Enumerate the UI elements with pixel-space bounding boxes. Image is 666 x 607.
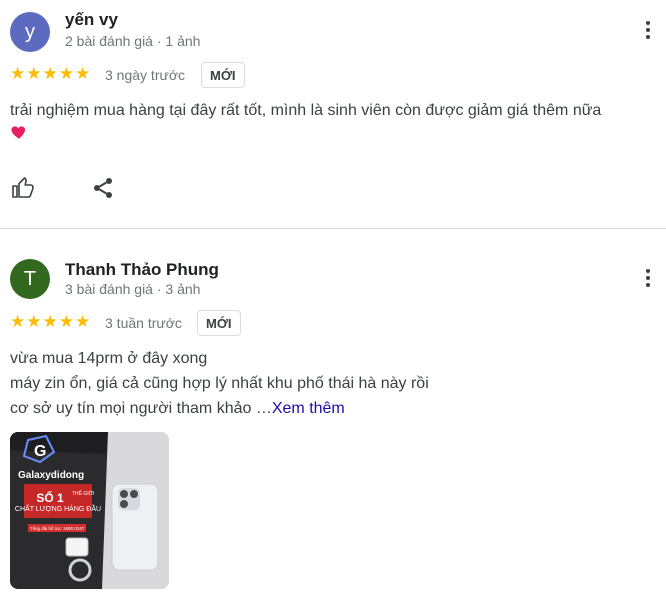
star-icon: ★ (42, 312, 58, 332)
star-icon: ★ (58, 312, 74, 332)
review-text-line: trải nghiệm mua hàng tại đây rất tốt, mì… (10, 102, 602, 119)
reviewer-name[interactable]: Thanh Thảo Phung (65, 260, 219, 280)
new-badge: MỚI (201, 62, 245, 88)
reviewer-name[interactable]: yến vy (65, 10, 118, 30)
reviewer-meta: 3 bài đánh giá · 3 ảnh (65, 281, 201, 297)
star-icon: ★ (58, 64, 74, 84)
more-vert-icon (646, 269, 650, 273)
more-vert-icon-dot (646, 276, 650, 280)
star-icon: ★ (75, 64, 91, 84)
review-card: y yến vy 2 bài đánh giá · 1 ảnh ★ ★ ★ ★ … (0, 0, 666, 228)
review-text: vừa mua 14prm ở đây xong máy zin ổn, giá… (10, 346, 660, 421)
star-rating: ★ ★ ★ ★ ★ (10, 66, 90, 83)
share-button[interactable] (90, 175, 116, 201)
review-text-line: cơ sở uy tín mọi người tham khảo … (10, 400, 272, 417)
more-vert-icon (646, 21, 650, 25)
see-more-link[interactable]: Xem thêm (272, 400, 345, 417)
review-time: 3 tuần trước (105, 315, 182, 331)
share-icon (94, 178, 112, 198)
star-icon: ★ (10, 64, 26, 84)
review-card: T Thanh Thảo Phung 3 bài đánh giá · 3 ản… (0, 250, 666, 607)
review-photo-image: G CHẤT LƯỢNG HÀNG ĐẦU SỐ 1 THẾ GIỚI Gala… (10, 432, 169, 589)
photo-headline: SỐ 1 (36, 490, 64, 505)
star-icon: ★ (75, 312, 91, 332)
review-text: trải nghiệm mua hàng tại đây rất tốt, mì… (10, 98, 660, 149)
review-divider (0, 228, 666, 229)
new-badge: MỚI (197, 310, 241, 336)
more-vert-icon-dot (646, 28, 650, 32)
review-time: 3 ngày trước (105, 67, 186, 83)
star-icon: ★ (42, 64, 58, 84)
more-vert-icon-dot (646, 35, 650, 39)
photo-subheadline: THẾ GIỚI (72, 490, 94, 497)
review-text-line: máy zin ổn, giá cả cũng hợp lý nhất khu … (10, 375, 429, 392)
svg-text:G: G (34, 443, 46, 460)
review-text-line: vừa mua 14prm ở đây xong (10, 350, 208, 367)
star-icon: ★ (26, 64, 42, 84)
review-photo[interactable]: G CHẤT LƯỢNG HÀNG ĐẦU SỐ 1 THẾ GIỚI Gala… (10, 432, 169, 589)
star-rating: ★ ★ ★ ★ ★ (10, 314, 90, 331)
heart-icon (10, 123, 28, 149)
star-icon: ★ (26, 312, 42, 332)
star-icon: ★ (10, 312, 26, 332)
like-button[interactable] (10, 175, 36, 201)
avatar[interactable]: y (10, 12, 50, 52)
photo-brand: Galaxydidong (18, 470, 84, 481)
more-options-button[interactable] (636, 266, 660, 290)
thumb-up-icon (12, 177, 34, 198)
more-vert-icon-dot (646, 283, 650, 287)
more-options-button[interactable] (636, 18, 660, 42)
avatar[interactable]: T (10, 259, 50, 299)
reviewer-meta: 2 bài đánh giá · 1 ảnh (65, 33, 201, 49)
photo-strip: Tổng đài hỗ trợ: 1900 0247 (30, 525, 85, 531)
